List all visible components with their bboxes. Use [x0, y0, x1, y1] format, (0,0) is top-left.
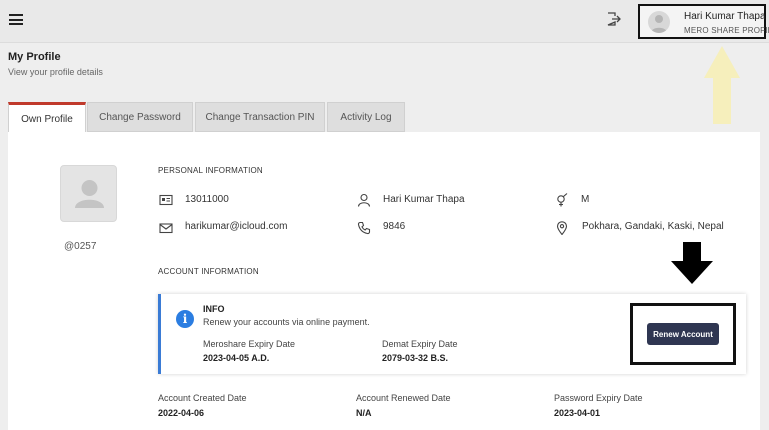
gender: M: [581, 194, 590, 205]
info-icon: i: [176, 310, 194, 328]
tab-change-password[interactable]: Change Password: [87, 102, 193, 132]
info-title: INFO: [203, 304, 225, 314]
profile-id: @0257: [64, 241, 97, 252]
account-renewed-value: N/A: [356, 408, 372, 418]
account-created-value: 2022-04-06: [158, 408, 205, 418]
meroshare-expiry-label: Meroshare Expiry Date: [203, 339, 296, 349]
profile-card: @0257 PERSONAL INFORMATION 13011000 Hari…: [8, 132, 760, 430]
profile-avatar-icon: [60, 165, 117, 222]
account-renewed-label: Account Renewed Date: [356, 393, 451, 403]
tab-activity-log[interactable]: Activity Log: [327, 102, 405, 132]
person-icon: [357, 193, 371, 207]
meroshare-expiry-value: 2023-04-05 A.D.: [203, 353, 270, 363]
gender-icon: [557, 193, 568, 207]
user-avatar-icon: [648, 11, 670, 33]
user-subtitle: MERO SHARE PROFILE: [684, 26, 769, 35]
down-arrow-icon: [671, 242, 713, 284]
demat-expiry-value: 2079-03-32 B.S.: [382, 353, 449, 363]
client-code: 13011000: [185, 194, 229, 205]
info-message: Renew your accounts via online payment.: [203, 317, 370, 327]
user-profile-menu[interactable]: Hari Kumar Thapa MERO SHARE PROFILE: [638, 4, 769, 39]
tab-change-transaction-pin[interactable]: Change Transaction PIN: [195, 102, 325, 132]
logout-icon[interactable]: [606, 11, 622, 27]
page-subtitle: View your profile details: [8, 67, 103, 77]
full-name: Hari Kumar Thapa: [383, 194, 465, 205]
user-name: Hari Kumar Thapa: [684, 11, 766, 22]
password-expiry-label: Password Expiry Date: [554, 393, 643, 403]
top-bar: Hari Kumar Thapa MERO SHARE PROFILE: [0, 0, 769, 43]
up-arrow-icon: [704, 46, 740, 124]
hamburger-menu-icon[interactable]: [9, 14, 23, 25]
password-expiry-value: 2023-04-01: [554, 408, 601, 418]
demat-expiry-label: Demat Expiry Date: [382, 339, 458, 349]
address: Pokhara, Gandaki, Kaski, Nepal: [582, 221, 724, 232]
email-icon: [159, 223, 173, 234]
page-title: My Profile: [8, 51, 61, 63]
id-card-icon: [159, 194, 173, 206]
account-info-heading: ACCOUNT INFORMATION: [158, 267, 259, 276]
phone: 9846: [383, 221, 406, 232]
tab-own-profile[interactable]: Own Profile: [8, 102, 86, 133]
location-pin-icon: [556, 221, 568, 235]
phone-icon: [357, 221, 371, 235]
personal-info-heading: PERSONAL INFORMATION: [158, 166, 263, 175]
renew-account-button[interactable]: Renew Account: [647, 323, 719, 345]
email: harikumar@icloud.com: [185, 221, 288, 232]
account-created-label: Account Created Date: [158, 393, 247, 403]
